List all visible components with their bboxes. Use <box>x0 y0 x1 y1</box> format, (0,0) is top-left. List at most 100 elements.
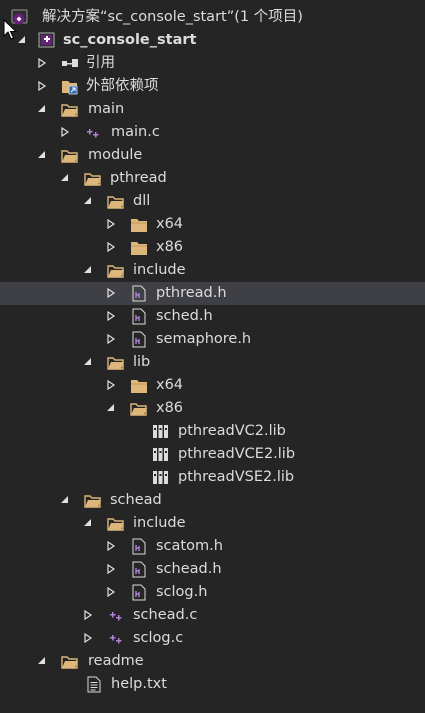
collapsed-arrow-icon[interactable] <box>104 236 118 259</box>
tree-item-file-sched-h[interactable]: sched.h <box>0 305 425 328</box>
expanded-arrow-icon[interactable] <box>58 167 72 190</box>
expanded-arrow-icon[interactable] <box>81 190 95 213</box>
tree-item-folder-main[interactable]: main <box>0 98 425 121</box>
tree-item-file-pthread-h[interactable]: pthread.h <box>0 282 425 305</box>
tree-item-project[interactable]: sc_console_start <box>0 29 425 52</box>
collapsed-arrow-icon[interactable] <box>104 213 118 236</box>
tree-item-folder-dll-x86[interactable]: x86 <box>0 236 425 259</box>
collapsed-arrow-icon[interactable] <box>58 121 72 144</box>
tree-item-folder-pthread[interactable]: pthread <box>0 167 425 190</box>
file-label: schead.h <box>156 561 222 577</box>
expanded-arrow-icon[interactable] <box>15 29 29 52</box>
tree-item-file-main-c[interactable]: main.c <box>0 121 425 144</box>
file-label: scatom.h <box>156 538 223 554</box>
header-file-icon <box>130 308 148 325</box>
tree-item-file-pthreadvce2-lib[interactable]: pthreadVCE2.lib <box>0 443 425 466</box>
folder-icon <box>107 515 125 532</box>
library-file-icon <box>152 423 170 440</box>
tree-item-references[interactable]: 引用 <box>0 52 425 75</box>
mouse-cursor-icon <box>3 18 18 45</box>
folder-icon <box>61 101 79 118</box>
collapsed-arrow-icon[interactable] <box>104 558 118 581</box>
file-label: main.c <box>111 124 160 140</box>
expanded-arrow-icon[interactable] <box>58 489 72 512</box>
c-project-icon <box>38 32 56 49</box>
tree-item-file-scatom-h[interactable]: scatom.h <box>0 535 425 558</box>
tree-item-file-sclog-c[interactable]: sclog.c <box>0 627 425 650</box>
expanded-arrow-icon[interactable] <box>81 351 95 374</box>
library-file-icon <box>152 469 170 486</box>
tree-item-folder-module[interactable]: module <box>0 144 425 167</box>
tree-item-file-pthreadvse2-lib[interactable]: pthreadVSE2.lib <box>0 466 425 489</box>
collapsed-arrow-icon[interactable] <box>81 604 95 627</box>
c-source-file-icon <box>107 630 125 647</box>
header-file-icon <box>130 331 148 348</box>
file-label: pthreadVC2.lib <box>178 423 286 439</box>
tree-item-file-sclog-h[interactable]: sclog.h <box>0 581 425 604</box>
folder-label: lib <box>133 354 151 370</box>
folder-label: x86 <box>156 239 184 255</box>
tree-item-file-pthreadvc2-lib[interactable]: pthreadVC2.lib <box>0 420 425 443</box>
folder-icon <box>107 262 125 279</box>
expanded-arrow-icon[interactable] <box>81 259 95 282</box>
collapsed-arrow-icon[interactable] <box>104 581 118 604</box>
tree-item-file-schead-h[interactable]: schead.h <box>0 558 425 581</box>
folder-icon <box>61 147 79 164</box>
collapsed-arrow-icon[interactable] <box>104 535 118 558</box>
collapsed-arrow-icon[interactable] <box>35 75 49 98</box>
folder-label: dll <box>133 193 151 209</box>
file-label: sched.h <box>156 308 213 324</box>
project-label: sc_console_start <box>63 32 197 48</box>
tree-item-file-semaphore-h[interactable]: semaphore.h <box>0 328 425 351</box>
references-icon <box>61 55 79 72</box>
tree-item-solution[interactable]: 解决方案“sc_console_start”(1 个项目) <box>0 6 425 29</box>
file-label: sclog.h <box>156 584 208 600</box>
tree-item-folder-lib[interactable]: lib <box>0 351 425 374</box>
folder-icon <box>107 193 125 210</box>
tree-item-file-schead-c[interactable]: schead.c <box>0 604 425 627</box>
collapsed-arrow-icon[interactable] <box>35 52 49 75</box>
tree-item-folder-lib-x64[interactable]: x64 <box>0 374 425 397</box>
tree-item-folder-dll-x64[interactable]: x64 <box>0 213 425 236</box>
expanded-arrow-icon[interactable] <box>104 397 118 420</box>
header-file-icon <box>130 285 148 302</box>
folder-icon <box>107 354 125 371</box>
tree-item-folder-dll[interactable]: dll <box>0 190 425 213</box>
external-deps-label: 外部依赖项 <box>86 78 159 94</box>
solution-explorer-tree: 解决方案“sc_console_start”(1 个项目) sc_console… <box>0 0 425 713</box>
text-file-icon <box>85 676 103 693</box>
tree-item-folder-readme[interactable]: readme <box>0 650 425 673</box>
tree-item-external-dependencies[interactable]: 外部依赖项 <box>0 75 425 98</box>
file-label: pthreadVCE2.lib <box>178 446 296 462</box>
expanded-arrow-icon[interactable] <box>35 144 49 167</box>
collapsed-arrow-icon[interactable] <box>104 305 118 328</box>
header-file-icon <box>130 561 148 578</box>
expanded-arrow-icon[interactable] <box>81 512 95 535</box>
tree-item-folder-schead[interactable]: schead <box>0 489 425 512</box>
c-source-file-icon <box>84 124 102 141</box>
folder-label: include <box>133 515 186 531</box>
folder-label: pthread <box>110 170 167 186</box>
collapsed-arrow-icon[interactable] <box>104 282 118 305</box>
expanded-arrow-icon[interactable] <box>35 650 49 673</box>
folder-label: x64 <box>156 377 184 393</box>
file-label: schead.c <box>133 607 198 623</box>
folder-icon <box>130 377 148 394</box>
folder-icon <box>84 492 102 509</box>
c-source-file-icon <box>107 607 125 624</box>
folder-icon <box>61 653 79 670</box>
tree-item-folder-schead-include[interactable]: include <box>0 512 425 535</box>
collapsed-arrow-icon[interactable] <box>81 627 95 650</box>
file-label: semaphore.h <box>156 331 252 347</box>
solution-label: 解决方案“sc_console_start”(1 个项目) <box>42 9 303 25</box>
folder-icon <box>84 170 102 187</box>
tree-item-folder-include[interactable]: include <box>0 259 425 282</box>
tree-item-folder-lib-x86[interactable]: x86 <box>0 397 425 420</box>
folder-label: module <box>88 147 143 163</box>
file-label: help.txt <box>111 676 167 692</box>
collapsed-arrow-icon[interactable] <box>104 328 118 351</box>
tree-item-file-help-txt[interactable]: help.txt <box>0 673 425 696</box>
collapsed-arrow-icon[interactable] <box>104 374 118 397</box>
expanded-arrow-icon[interactable] <box>35 98 49 121</box>
file-label: pthread.h <box>156 285 227 301</box>
